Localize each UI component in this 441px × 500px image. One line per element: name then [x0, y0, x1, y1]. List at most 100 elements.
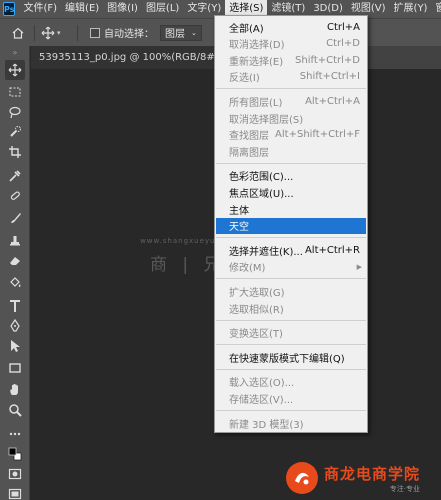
menu-3[interactable]: 图层(L)	[142, 0, 183, 18]
select-menu-item[interactable]: 在快速蒙版模式下编辑(Q)	[216, 349, 366, 365]
brush-icon[interactable]	[5, 208, 25, 228]
menu-item-label: 存储选区(V)...	[229, 394, 294, 406]
pen-icon[interactable]	[5, 316, 25, 336]
select-menu-item[interactable]: 天空	[216, 217, 366, 234]
select-menu-item[interactable]: 焦点区域(U)...	[216, 184, 366, 200]
menu-item-shortcut: Alt+Ctrl+R	[304, 244, 360, 256]
home-icon[interactable]	[8, 27, 28, 39]
paint-bucket-icon[interactable]	[5, 272, 25, 292]
menu-item-label: 全部(A)	[229, 23, 264, 35]
menu-item-label: 色彩范围(C)...	[229, 172, 294, 184]
menu-10[interactable]: 窗口(W)	[431, 0, 441, 18]
panel-collapse-icon[interactable]: »	[0, 46, 30, 60]
select-menu-item: 扩大选取(G)	[216, 283, 366, 299]
menu-item-label: 查找图层	[229, 131, 269, 143]
menu-9[interactable]: 扩展(Y)	[390, 0, 432, 18]
auto-select-checkbox[interactable]	[90, 27, 100, 38]
menu-1[interactable]: 编辑(E)	[61, 0, 103, 18]
select-menu-item[interactable]: 全部(A) Ctrl+A	[216, 19, 366, 35]
menu-separator	[216, 368, 366, 370]
clone-stamp-icon[interactable]	[5, 230, 25, 250]
move-icon[interactable]	[5, 60, 25, 80]
auto-select-label: 自动选择：	[104, 29, 154, 40]
select-menu-item[interactable]: 主体	[216, 201, 366, 217]
eyedropper-icon[interactable]	[5, 166, 25, 186]
select-menu-item: 重新选择(E) Shift+Ctrl+D	[216, 52, 366, 68]
zoom-icon[interactable]	[5, 400, 25, 420]
menu-0[interactable]: 文件(F)	[19, 0, 61, 18]
photoshop-logo[interactable]: Ps	[3, 2, 16, 16]
select-menu-item: 载入选区(O)...	[216, 374, 366, 390]
menu-item-label: 变换选区(T)	[229, 329, 283, 341]
lasso-icon[interactable]	[5, 102, 25, 122]
menu-item-label: 选择并遮住(K)...	[229, 246, 303, 258]
menu-item-shortcut: Alt+Shift+Ctrl+F	[275, 129, 360, 141]
menu-item-label: 取消选择图层(S)	[229, 114, 304, 126]
screen-mode-icon[interactable]	[5, 484, 25, 500]
auto-select-target-value: 图层	[165, 29, 185, 40]
marquee-icon[interactable]	[5, 82, 25, 102]
select-menu-item: 所有图层(L) Alt+Ctrl+A	[216, 93, 366, 109]
select-menu-item: 隔离图层	[216, 143, 366, 159]
move-icon	[41, 26, 55, 39]
select-menu-item: 反选(I) Shift+Ctrl+I	[216, 69, 366, 85]
quick-select-icon[interactable]	[5, 122, 25, 142]
eraser-icon[interactable]	[5, 250, 25, 270]
chevron-down-icon: ▾	[57, 28, 61, 37]
select-menu-item: 存储选区(V)...	[216, 390, 366, 406]
menu-item-label: 所有图层(L)	[229, 97, 283, 109]
select-menu-item: 查找图层 Alt+Shift+Ctrl+F	[216, 127, 366, 143]
menu-separator	[216, 410, 366, 411]
divider	[34, 24, 35, 41]
menu-item-shortcut: Ctrl+D	[326, 38, 360, 50]
menu-separator	[216, 344, 366, 346]
chevron-down-icon: ⌄	[191, 28, 197, 37]
crop-icon[interactable]	[5, 142, 25, 162]
menu-item-label: 新建 3D 模型(3)	[229, 419, 304, 431]
menu-separator	[216, 237, 366, 239]
hand-icon[interactable]	[5, 380, 25, 400]
menu-item-label: 反选(I)	[229, 73, 260, 85]
select-menu-item: 取消选择图层(S)	[216, 110, 366, 126]
select-menu-item[interactable]: 色彩范围(C)...	[216, 168, 366, 184]
menu-item-shortcut: Shift+Ctrl+D	[295, 54, 360, 66]
type-icon[interactable]	[5, 296, 25, 316]
brand-name: 商龙电商学院	[324, 464, 421, 483]
menu-separator	[216, 319, 366, 321]
brand-logo-mark	[286, 462, 318, 494]
menu-item-shortcut: Alt+Ctrl+A	[305, 95, 360, 107]
brand-logo-text: 商龙电商学院 专注·专业	[324, 463, 420, 494]
move-tool-preset-picker[interactable]: ▾	[41, 26, 71, 40]
path-select-icon[interactable]	[5, 336, 25, 356]
menu-item-label: 载入选区(O)...	[229, 378, 295, 390]
menu-item-shortcut: Shift+Ctrl+I	[299, 71, 360, 83]
menu-item-shortcut: Ctrl+A	[326, 21, 360, 33]
menu-2[interactable]: 图像(I)	[103, 0, 142, 18]
brand-logo: 商龙电商学院 专注·专业	[286, 460, 438, 496]
rectangle-icon[interactable]	[5, 358, 25, 378]
select-menu-item: 修改(M) ▶	[216, 259, 366, 275]
menu-separator	[216, 278, 366, 280]
select-menu-item: 变换选区(T)	[216, 325, 366, 341]
more-tools-icon[interactable]	[5, 424, 25, 444]
select-menu-item: 选取相似(R)	[216, 300, 366, 316]
healing-brush-icon[interactable]	[5, 186, 25, 206]
brand-tagline: 专注·专业	[389, 484, 421, 493]
menu-item-label: 焦点区域(U)...	[229, 188, 294, 200]
divider	[77, 24, 78, 41]
quick-mask-icon[interactable]	[5, 464, 25, 484]
auto-select-target-select[interactable]: 图层 ⌄	[160, 24, 202, 41]
menu-separator	[216, 162, 366, 164]
menu-item-label: 取消选择(D)	[229, 40, 285, 52]
select-menu-item[interactable]: 选择并遮住(K)... Alt+Ctrl+R	[216, 242, 366, 258]
photoshop-window: Ps 文件(F) 编辑(E) 图像(I) 图层(L) 文字(Y) 选择(S) 滤镜(T) 3D…	[0, 0, 441, 500]
color-swatches-icon[interactable]	[5, 444, 25, 464]
menu-item-label: 天空	[229, 222, 249, 234]
menu-item-label: 扩大选取(G)	[229, 287, 285, 299]
select-menu-item: 取消选择(D) Ctrl+D	[216, 36, 366, 52]
submenu-arrow-icon: ▶	[356, 262, 362, 271]
menu-item-label: 重新选择(E)	[229, 56, 284, 68]
menu-separator	[216, 88, 366, 90]
menu-item-label: 主体	[229, 205, 249, 217]
menu-item-label: 在快速蒙版模式下编辑(Q)	[229, 353, 345, 365]
